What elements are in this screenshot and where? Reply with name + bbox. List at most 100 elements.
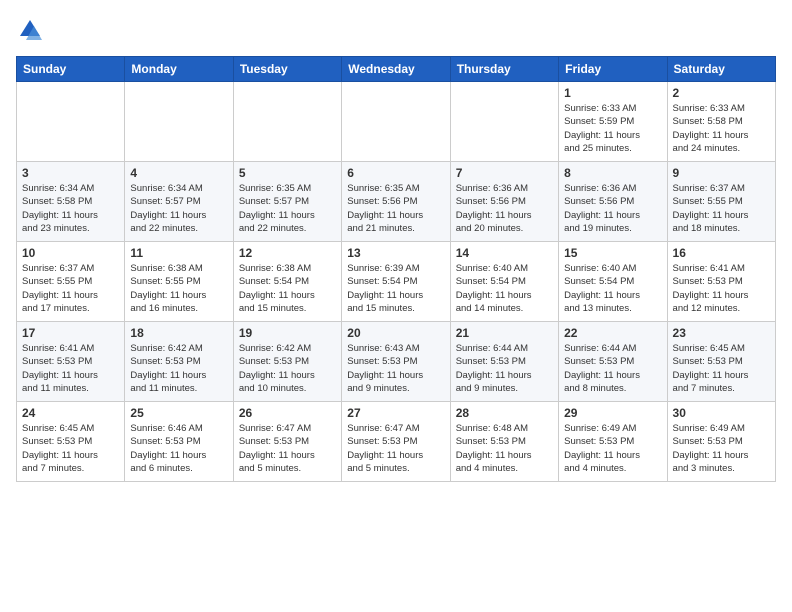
calendar-cell bbox=[450, 82, 558, 162]
day-info: Sunrise: 6:40 AM Sunset: 5:54 PM Dayligh… bbox=[456, 262, 553, 315]
weekday-header: Thursday bbox=[450, 57, 558, 82]
calendar-cell: 27 Sunrise: 6:47 AM Sunset: 5:53 PM Dayli… bbox=[342, 402, 450, 482]
day-info: Sunrise: 6:37 AM Sunset: 5:55 PM Dayligh… bbox=[673, 182, 770, 235]
day-info: Sunrise: 6:48 AM Sunset: 5:53 PM Dayligh… bbox=[456, 422, 553, 475]
day-number: 12 bbox=[239, 246, 336, 260]
day-number: 13 bbox=[347, 246, 444, 260]
day-number: 7 bbox=[456, 166, 553, 180]
weekday-header: Tuesday bbox=[233, 57, 341, 82]
day-number: 19 bbox=[239, 326, 336, 340]
day-info: Sunrise: 6:34 AM Sunset: 5:57 PM Dayligh… bbox=[130, 182, 227, 235]
day-number: 3 bbox=[22, 166, 119, 180]
day-number: 30 bbox=[673, 406, 770, 420]
day-info: Sunrise: 6:42 AM Sunset: 5:53 PM Dayligh… bbox=[239, 342, 336, 395]
calendar-cell: 9 Sunrise: 6:37 AM Sunset: 5:55 PM Daylig… bbox=[667, 162, 775, 242]
day-number: 11 bbox=[130, 246, 227, 260]
calendar-cell: 7 Sunrise: 6:36 AM Sunset: 5:56 PM Daylig… bbox=[450, 162, 558, 242]
day-info: Sunrise: 6:47 AM Sunset: 5:53 PM Dayligh… bbox=[347, 422, 444, 475]
calendar-cell: 13 Sunrise: 6:39 AM Sunset: 5:54 PM Dayli… bbox=[342, 242, 450, 322]
calendar-cell bbox=[17, 82, 125, 162]
calendar-cell: 21 Sunrise: 6:44 AM Sunset: 5:53 PM Dayli… bbox=[450, 322, 558, 402]
day-info: Sunrise: 6:36 AM Sunset: 5:56 PM Dayligh… bbox=[564, 182, 661, 235]
day-number: 6 bbox=[347, 166, 444, 180]
calendar-cell: 15Sunrise: 6:40 AM Sunset: 5:54 PM Dayli… bbox=[559, 242, 667, 322]
day-info: Sunrise: 6:49 AM Sunset: 5:53 PM Dayligh… bbox=[673, 422, 770, 475]
day-number: 26 bbox=[239, 406, 336, 420]
day-number: 18 bbox=[130, 326, 227, 340]
day-info: Sunrise: 6:45 AM Sunset: 5:53 PM Dayligh… bbox=[22, 422, 119, 475]
calendar-cell: 23Sunrise: 6:45 AM Sunset: 5:53 PM Dayli… bbox=[667, 322, 775, 402]
calendar-cell: 29 Sunrise: 6:49 AM Sunset: 5:53 PM Dayli… bbox=[559, 402, 667, 482]
day-number: 1 bbox=[564, 86, 661, 100]
calendar-cell bbox=[342, 82, 450, 162]
calendar-cell: 11 Sunrise: 6:38 AM Sunset: 5:55 PM Dayli… bbox=[125, 242, 233, 322]
logo bbox=[16, 16, 48, 44]
calendar-cell: 19 Sunrise: 6:42 AM Sunset: 5:53 PM Dayli… bbox=[233, 322, 341, 402]
calendar-cell: 2Sunrise: 6:33 AM Sunset: 5:58 PM Daylig… bbox=[667, 82, 775, 162]
day-number: 20 bbox=[347, 326, 444, 340]
calendar-cell: 3 Sunrise: 6:34 AM Sunset: 5:58 PM Daylig… bbox=[17, 162, 125, 242]
day-info: Sunrise: 6:44 AM Sunset: 5:53 PM Dayligh… bbox=[564, 342, 661, 395]
day-number: 5 bbox=[239, 166, 336, 180]
day-info: Sunrise: 6:38 AM Sunset: 5:54 PM Dayligh… bbox=[239, 262, 336, 315]
calendar-cell: 26 Sunrise: 6:47 AM Sunset: 5:53 PM Dayli… bbox=[233, 402, 341, 482]
calendar: SundayMondayTuesdayWednesdayThursdayFrid… bbox=[16, 56, 776, 482]
weekday-header: Saturday bbox=[667, 57, 775, 82]
day-info: Sunrise: 6:46 AM Sunset: 5:53 PM Dayligh… bbox=[130, 422, 227, 475]
day-info: Sunrise: 6:42 AM Sunset: 5:53 PM Dayligh… bbox=[130, 342, 227, 395]
day-info: Sunrise: 6:34 AM Sunset: 5:58 PM Dayligh… bbox=[22, 182, 119, 235]
day-info: Sunrise: 6:33 AM Sunset: 5:59 PM Dayligh… bbox=[564, 102, 661, 155]
calendar-cell: 5 Sunrise: 6:35 AM Sunset: 5:57 PM Daylig… bbox=[233, 162, 341, 242]
day-info: Sunrise: 6:40 AM Sunset: 5:54 PM Dayligh… bbox=[564, 262, 661, 315]
day-number: 28 bbox=[456, 406, 553, 420]
day-number: 22 bbox=[564, 326, 661, 340]
day-number: 17 bbox=[22, 326, 119, 340]
calendar-cell bbox=[233, 82, 341, 162]
day-info: Sunrise: 6:39 AM Sunset: 5:54 PM Dayligh… bbox=[347, 262, 444, 315]
day-info: Sunrise: 6:43 AM Sunset: 5:53 PM Dayligh… bbox=[347, 342, 444, 395]
day-info: Sunrise: 6:36 AM Sunset: 5:56 PM Dayligh… bbox=[456, 182, 553, 235]
day-number: 29 bbox=[564, 406, 661, 420]
day-info: Sunrise: 6:41 AM Sunset: 5:53 PM Dayligh… bbox=[22, 342, 119, 395]
calendar-cell: 22 Sunrise: 6:44 AM Sunset: 5:53 PM Dayli… bbox=[559, 322, 667, 402]
day-number: 21 bbox=[456, 326, 553, 340]
calendar-cell: 6 Sunrise: 6:35 AM Sunset: 5:56 PM Daylig… bbox=[342, 162, 450, 242]
day-info: Sunrise: 6:49 AM Sunset: 5:53 PM Dayligh… bbox=[564, 422, 661, 475]
calendar-cell: 24 Sunrise: 6:45 AM Sunset: 5:53 PM Dayli… bbox=[17, 402, 125, 482]
calendar-cell: 12 Sunrise: 6:38 AM Sunset: 5:54 PM Dayli… bbox=[233, 242, 341, 322]
calendar-cell: 18 Sunrise: 6:42 AM Sunset: 5:53 PM Dayli… bbox=[125, 322, 233, 402]
calendar-cell: 17 Sunrise: 6:41 AM Sunset: 5:53 PM Dayli… bbox=[17, 322, 125, 402]
calendar-cell: 10Sunrise: 6:37 AM Sunset: 5:55 PM Dayli… bbox=[17, 242, 125, 322]
day-info: Sunrise: 6:45 AM Sunset: 5:53 PM Dayligh… bbox=[673, 342, 770, 395]
calendar-cell: 14 Sunrise: 6:40 AM Sunset: 5:54 PM Dayli… bbox=[450, 242, 558, 322]
day-number: 24 bbox=[22, 406, 119, 420]
day-info: Sunrise: 6:44 AM Sunset: 5:53 PM Dayligh… bbox=[456, 342, 553, 395]
calendar-cell: 1 Sunrise: 6:33 AM Sunset: 5:59 PM Daylig… bbox=[559, 82, 667, 162]
weekday-header: Sunday bbox=[17, 57, 125, 82]
weekday-header: Wednesday bbox=[342, 57, 450, 82]
weekday-header: Friday bbox=[559, 57, 667, 82]
calendar-cell: 8 Sunrise: 6:36 AM Sunset: 5:56 PM Daylig… bbox=[559, 162, 667, 242]
calendar-cell: 28 Sunrise: 6:48 AM Sunset: 5:53 PM Dayli… bbox=[450, 402, 558, 482]
day-info: Sunrise: 6:35 AM Sunset: 5:57 PM Dayligh… bbox=[239, 182, 336, 235]
day-number: 27 bbox=[347, 406, 444, 420]
calendar-cell: 20 Sunrise: 6:43 AM Sunset: 5:53 PM Dayli… bbox=[342, 322, 450, 402]
day-info: Sunrise: 6:33 AM Sunset: 5:58 PM Dayligh… bbox=[673, 102, 770, 155]
day-number: 25 bbox=[130, 406, 227, 420]
day-number: 8 bbox=[564, 166, 661, 180]
day-number: 10 bbox=[22, 246, 119, 260]
day-number: 4 bbox=[130, 166, 227, 180]
calendar-cell: 25 Sunrise: 6:46 AM Sunset: 5:53 PM Dayli… bbox=[125, 402, 233, 482]
calendar-cell: 4 Sunrise: 6:34 AM Sunset: 5:57 PM Daylig… bbox=[125, 162, 233, 242]
day-info: Sunrise: 6:35 AM Sunset: 5:56 PM Dayligh… bbox=[347, 182, 444, 235]
day-number: 16 bbox=[673, 246, 770, 260]
day-info: Sunrise: 6:41 AM Sunset: 5:53 PM Dayligh… bbox=[673, 262, 770, 315]
day-number: 14 bbox=[456, 246, 553, 260]
day-info: Sunrise: 6:47 AM Sunset: 5:53 PM Dayligh… bbox=[239, 422, 336, 475]
page-header bbox=[16, 16, 776, 44]
day-number: 9 bbox=[673, 166, 770, 180]
calendar-cell: 30 Sunrise: 6:49 AM Sunset: 5:53 PM Dayli… bbox=[667, 402, 775, 482]
calendar-cell bbox=[125, 82, 233, 162]
weekday-header: Monday bbox=[125, 57, 233, 82]
day-info: Sunrise: 6:38 AM Sunset: 5:55 PM Dayligh… bbox=[130, 262, 227, 315]
